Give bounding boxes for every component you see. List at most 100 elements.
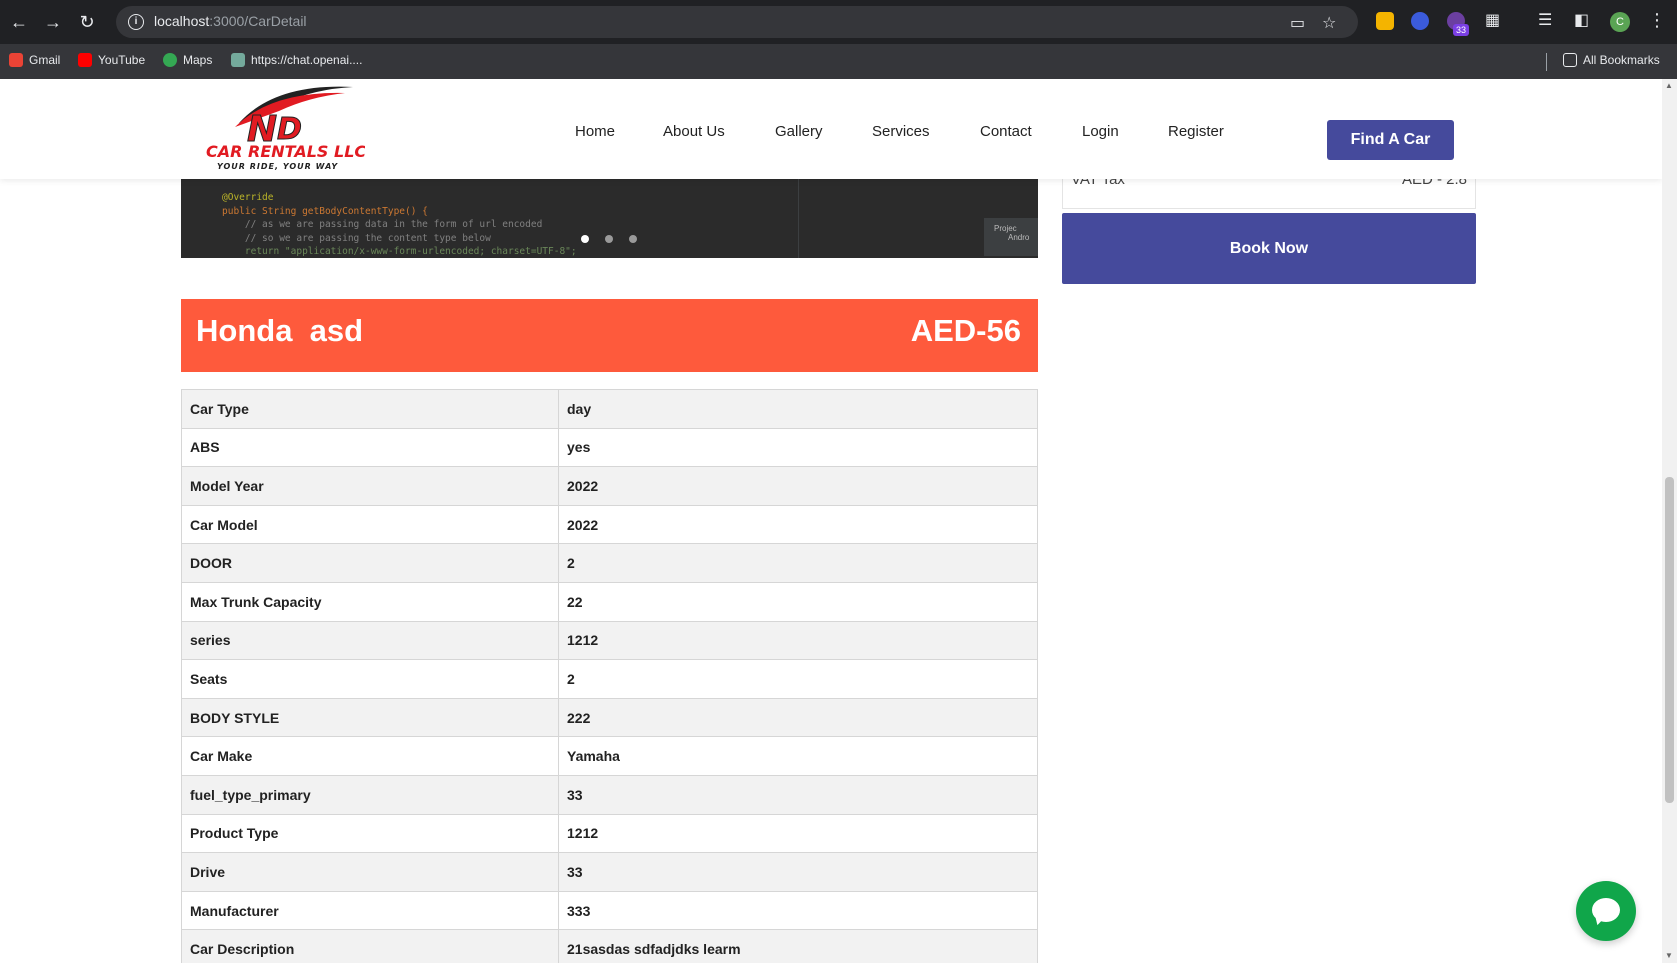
media-controls-icon[interactable]: ☰ [1538,10,1552,30]
page-viewport: N D CAR RENTALS LLC YOUR RIDE, YOUR WAY … [0,79,1662,963]
spec-label: Car Make [181,736,559,776]
spec-value: 2022 [558,466,1038,506]
spec-value: day [558,389,1038,429]
table-row: Drive 33 [181,852,1038,892]
slider-dot-1[interactable] [581,235,589,243]
forward-icon[interactable]: → [40,9,66,35]
table-row: Product Type 1212 [181,813,1038,854]
table-row: Max Trunk Capacity 22 [181,581,1038,622]
car-image-slider[interactable]: @Override public String getBodyContentTy… [181,179,1038,258]
side-panel-icon[interactable]: ◧ [1574,10,1589,30]
find-a-car-button[interactable]: Find A Car [1327,120,1454,160]
table-row: Car Make Yamaha [181,736,1038,776]
spec-label: Car Type [181,389,559,429]
reload-icon[interactable]: ↻ [74,9,100,35]
extension-badge: 33 [1453,24,1470,36]
spec-value: 33 [558,774,1038,815]
spec-label: Model Year [181,466,559,506]
table-row: DOOR 2 [181,543,1038,583]
maps-icon [163,53,177,67]
folder-icon [1563,53,1577,67]
bookmarks-bar: Gmail YouTube Maps https://chat.openai..… [0,44,1677,79]
slider-dot-3[interactable] [629,235,637,243]
spec-label: Max Trunk Capacity [181,581,559,622]
nav-contact[interactable]: Contact [980,123,1032,140]
slide-image-code: @Override public String getBodyContentTy… [222,192,577,257]
spec-label: Drive [181,852,559,892]
nav-gallery[interactable]: Gallery [775,123,823,140]
extensions-puzzle-icon[interactable]: ▦ [1485,10,1500,30]
extension-icon-blue[interactable] [1411,12,1429,30]
table-row: series 1212 [181,620,1038,661]
code-divider [798,179,799,258]
spec-label: Car Description [181,929,559,963]
nav-register[interactable]: Register [1168,123,1224,140]
profile-avatar[interactable]: C [1610,12,1630,32]
spec-value: yes [558,427,1038,468]
spec-value: 333 [558,890,1038,931]
car-price: AED-56 [910,313,1021,348]
youtube-icon [78,53,92,67]
table-row: Car Type day [181,389,1038,429]
spec-value: 1212 [558,620,1038,661]
spec-value: 2022 [558,504,1038,545]
book-now-button[interactable]: Book Now [1062,213,1476,284]
spec-value: 22 [558,581,1038,622]
table-row: fuel_type_primary 33 [181,774,1038,815]
back-icon[interactable]: ← [6,9,32,35]
car-name: Honda asd [196,313,364,348]
scrollbar-thumb[interactable] [1665,477,1674,803]
car-spec-table: Car Type day ABS yes Model Year 2022 Car Model… [181,389,1038,963]
car-title-bar: Honda asd AED-56 [181,299,1038,372]
chat-widget-button[interactable] [1576,881,1636,941]
url-text[interactable]: localhost:3000/CarDetail [154,13,307,29]
spec-value: 222 [558,697,1038,738]
spec-value: 21sasdas sdfadjdks learm [558,929,1038,963]
menu-kebab-icon[interactable]: ⋮ [1648,10,1666,31]
chatgpt-icon [231,53,245,67]
spec-label: Manufacturer [181,890,559,931]
car-rentals-logo[interactable]: N D CAR RENTALS LLC YOUR RIDE, YOUR WAY [205,81,365,173]
nav-about-us[interactable]: About Us [663,123,725,140]
spec-value: 1212 [558,813,1038,854]
bookmarks-separator [1546,53,1547,71]
site-info-icon[interactable]: i [128,14,144,30]
scroll-up-icon[interactable]: ▲ [1665,81,1673,90]
extension-icon-yellow[interactable] [1376,12,1394,30]
table-row: Car Description 21sasdas sdfadjdks learm [181,929,1038,963]
bookmark-star-icon[interactable]: ☆ [1322,13,1336,33]
nav-services[interactable]: Services [872,123,930,140]
spec-label: Seats [181,659,559,699]
spec-label: ABS [181,427,559,468]
bookmark-gmail[interactable]: Gmail [9,53,60,67]
bookmark-youtube[interactable]: YouTube [78,53,145,67]
svg-text:CAR RENTALS LLC: CAR RENTALS LLC [206,142,365,161]
all-bookmarks[interactable]: All Bookmarks [1563,53,1660,67]
table-row: Model Year 2022 [181,466,1038,506]
bookmark-maps[interactable]: Maps [163,53,212,67]
spec-value: 2 [558,659,1038,699]
spec-label: Car Model [181,504,559,545]
slider-dot-2[interactable] [605,235,613,243]
spec-label: fuel_type_primary [181,774,559,815]
spec-value: 33 [558,852,1038,892]
table-row: ABS yes [181,427,1038,468]
bookmark-chatgpt[interactable]: https://chat.openai.... [231,53,362,67]
spec-value: Yamaha [558,736,1038,776]
nav-home[interactable]: Home [575,123,615,140]
gmail-icon [9,53,23,67]
spec-label: DOOR [181,543,559,583]
nav-login[interactable]: Login [1082,123,1119,140]
spec-label: BODY STYLE [181,697,559,738]
page-scrollbar[interactable]: ▲ ▼ [1662,79,1677,963]
spec-label: series [181,620,559,661]
site-header: N D CAR RENTALS LLC YOUR RIDE, YOUR WAY … [0,79,1662,179]
install-app-icon[interactable]: ▭ [1290,13,1305,33]
table-row: Seats 2 [181,659,1038,699]
price-summary-card: VAT Tax AED - 2.8 [1062,171,1476,209]
scroll-down-icon[interactable]: ▼ [1665,951,1673,960]
spec-value: 2 [558,543,1038,583]
svg-text:YOUR RIDE, YOUR WAY: YOUR RIDE, YOUR WAY [217,162,338,171]
browser-toolbar: ← → ↻ i localhost:3000/CarDetail ▭ ☆ 33 … [0,0,1677,44]
address-bar[interactable]: i localhost:3000/CarDetail ▭ ☆ [116,6,1358,38]
